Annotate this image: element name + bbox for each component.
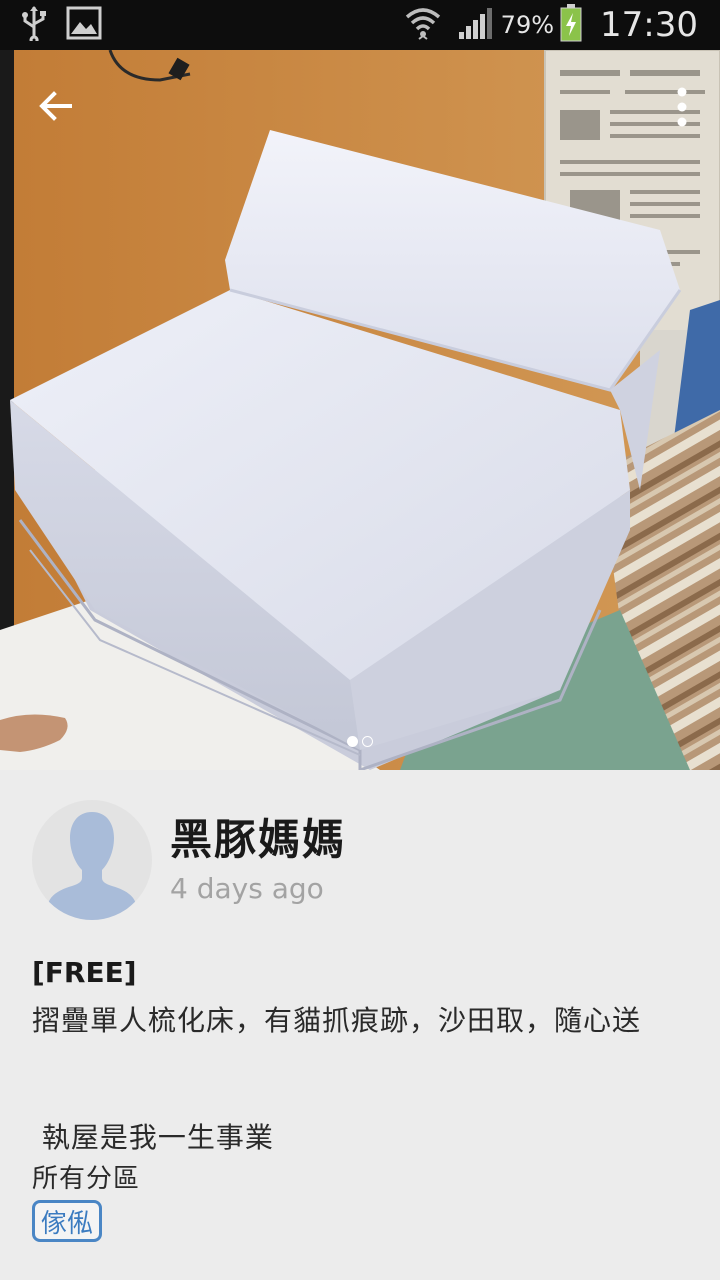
battery-charging-icon	[560, 4, 582, 46]
avatar[interactable]	[32, 800, 152, 920]
usb-icon	[20, 5, 48, 45]
status-bar: 79% 17:30	[0, 0, 720, 50]
listing-title: [FREE]	[32, 956, 137, 989]
person-placeholder-icon	[48, 812, 136, 920]
wifi-icon	[405, 5, 441, 45]
image-pager-indicator	[0, 736, 720, 747]
overflow-menu-button[interactable]	[666, 82, 698, 132]
signal-icon	[457, 6, 495, 44]
pager-dot	[362, 736, 373, 747]
seller-name[interactable]: 黑豚媽媽	[170, 806, 346, 867]
clock: 17:30	[600, 5, 698, 45]
seller-slogan: 執屋是我一生事業	[32, 1121, 274, 1154]
posted-time: 4 days ago	[170, 872, 324, 905]
category-tag[interactable]: 傢俬	[32, 1200, 103, 1242]
image-icon	[66, 6, 102, 44]
listing-description: 摺疊單人梳化床，有貓抓痕跡，沙田取，隨心送	[32, 1004, 642, 1037]
arrow-back-icon	[39, 91, 72, 121]
battery-percent: 79%	[500, 11, 555, 39]
more-vert-icon	[677, 87, 687, 127]
back-button[interactable]	[30, 80, 82, 132]
district-label: 所有分區	[32, 1164, 141, 1194]
pager-dot-active	[347, 736, 358, 747]
listing-photo[interactable]	[0, 50, 720, 770]
sofa-bed-photo	[0, 50, 720, 770]
